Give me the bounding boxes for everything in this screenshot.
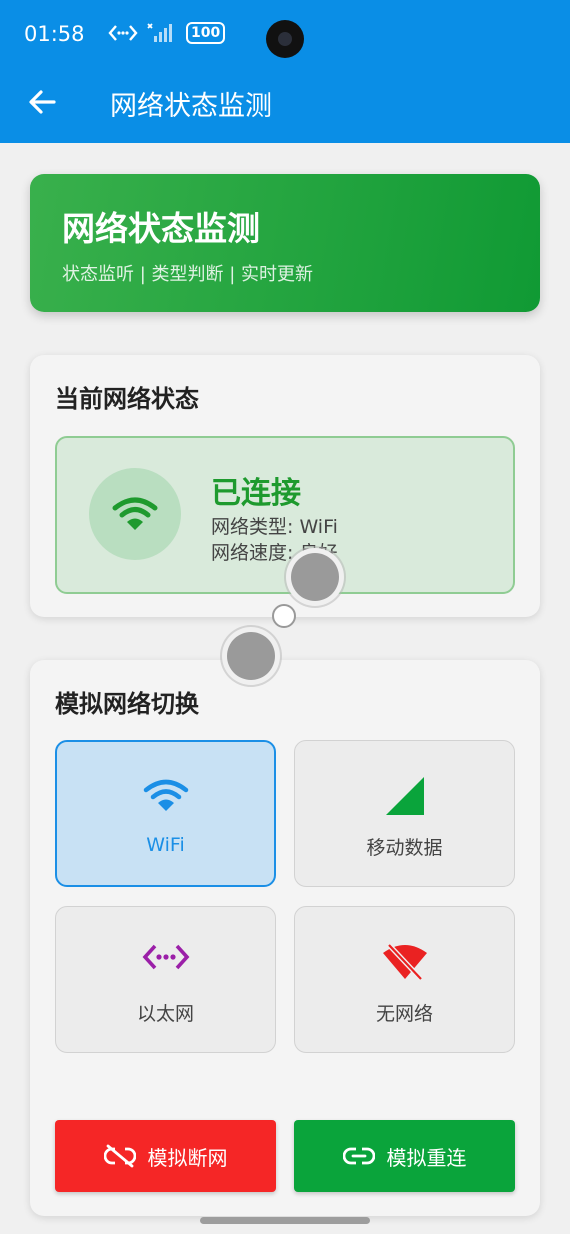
touch-indicator [286,548,344,606]
option-label: WiFi [146,834,185,856]
status-icons: 100 [108,22,226,44]
simulate-card: 模拟网络切换 WiFi 移动数据 以太网 无网络 模拟断网 模拟重连 [30,660,540,1216]
front-camera [266,20,304,58]
disconnect-label: 模拟断网 [147,1145,228,1170]
link-off-icon [103,1144,136,1168]
current-status-card: 当前网络状态 已连接 网络类型: WiFi 网络速度: 良好 [30,355,540,617]
option-mobile-data[interactable]: 移动数据 [294,740,515,887]
simulate-reconnect-button[interactable]: 模拟重连 [294,1120,515,1192]
reconnect-label: 模拟重连 [386,1145,467,1170]
cellular-signal-icon [385,777,424,815]
ethernet-icon [142,944,189,970]
option-wifi[interactable]: WiFi [55,740,276,887]
current-status-title: 当前网络状态 [55,385,199,413]
hero-title: 网络状态监测 [62,209,260,248]
signal-no-service-icon [147,23,172,42]
network-type: 网络类型: WiFi [211,516,338,538]
status-time: 01:58 [24,22,85,46]
simulate-disconnect-button[interactable]: 模拟断网 [55,1120,276,1192]
touch-indicator [222,627,280,685]
option-label: 无网络 [375,1003,433,1025]
back-arrow-icon[interactable] [26,86,58,118]
ethernet-status-icon [108,25,138,41]
option-ethernet[interactable]: 以太网 [55,906,276,1053]
page-title: 网络状态监测 [110,91,272,122]
link-icon [342,1147,375,1165]
status-icon-circle [89,468,181,560]
app-bar: 01:58 100 网络状态监测 [0,0,570,143]
battery-icon: 100 [186,22,226,44]
option-label: 以太网 [136,1003,194,1025]
connection-status: 已连接 [211,476,301,511]
wifi-icon [143,779,188,811]
hero-banner: 网络状态监测 状态监听 | 类型判断 | 实时更新 [30,174,540,312]
touch-indicator-small [272,604,296,628]
hero-subtitle: 状态监听 | 类型判断 | 实时更新 [62,264,314,285]
home-indicator[interactable] [200,1217,370,1224]
wifi-off-icon [382,943,427,981]
option-label: 移动数据 [366,837,443,859]
option-no-network[interactable]: 无网络 [294,906,515,1053]
simulate-title: 模拟网络切换 [55,690,199,718]
status-panel: 已连接 网络类型: WiFi 网络速度: 良好 [55,436,515,594]
wifi-icon [112,497,158,530]
